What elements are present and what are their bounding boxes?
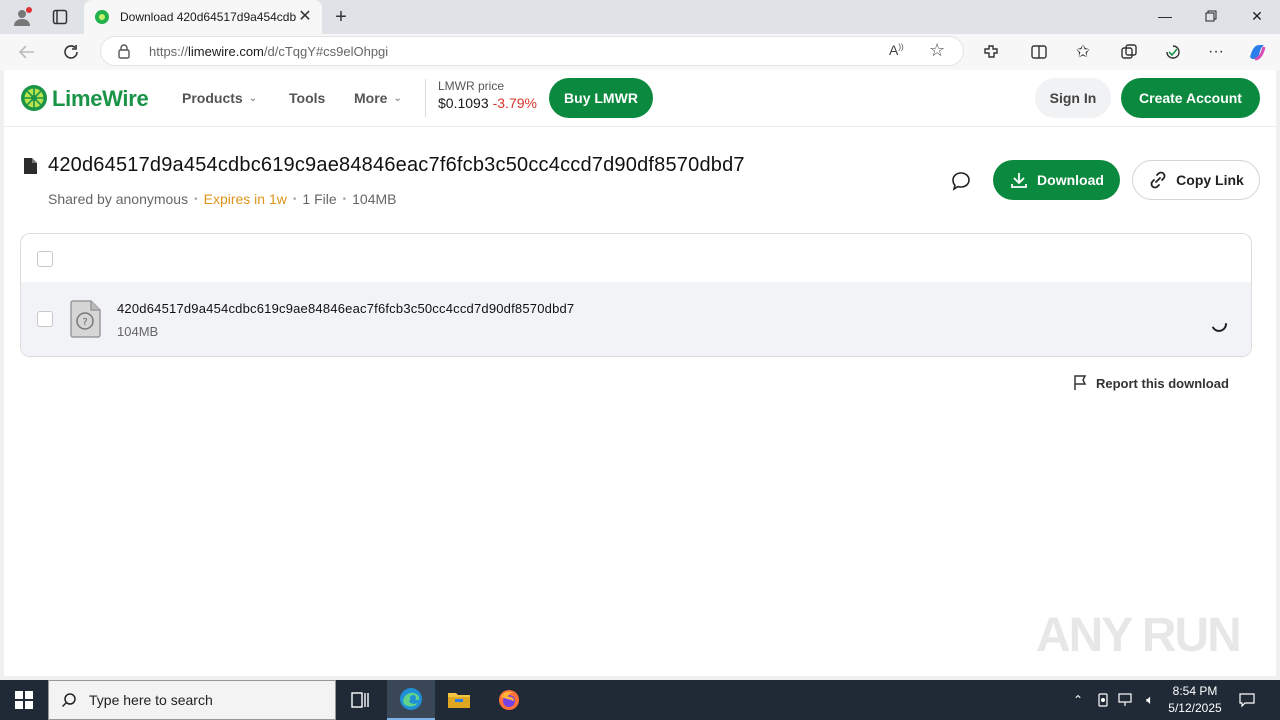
nav-more[interactable]: More ⌄	[354, 90, 402, 106]
create-account-button[interactable]: Create Account	[1121, 78, 1260, 118]
file-name: 420d64517d9a454cdbc619c9ae84846eac7f6fcb…	[117, 301, 575, 316]
windows-logo-icon	[15, 691, 33, 709]
clock-date: 5/12/2025	[1168, 701, 1222, 715]
comment-icon[interactable]	[950, 170, 972, 197]
price-change: -3.79%	[492, 95, 537, 111]
svg-text:?: ?	[82, 317, 87, 328]
file-bundle-icon	[22, 157, 38, 180]
favorites-icon[interactable]: ✩	[1072, 41, 1094, 63]
taskbar-search-input[interactable]: Type here to search	[48, 680, 336, 720]
tray-device-icon[interactable]	[1093, 690, 1113, 710]
file-row[interactable]: ? 420d64517d9a454cdbc619c9ae84846eac7f6f…	[21, 282, 1251, 356]
copy-link-button[interactable]: Copy Link	[1132, 160, 1260, 200]
file-explorer-icon[interactable]	[435, 680, 483, 720]
flag-icon	[1074, 375, 1087, 390]
nav-tools[interactable]: Tools	[289, 90, 325, 106]
clock-time: 8:54 PM	[1172, 684, 1218, 698]
lmwr-price-widget: LMWR price $0.1093 -3.79%	[425, 79, 537, 117]
select-all-checkbox[interactable]	[37, 251, 53, 267]
sign-in-button[interactable]: Sign In	[1035, 78, 1111, 118]
expires-label: Expires in 1w	[203, 191, 287, 207]
close-window-icon[interactable]: ✕	[1234, 0, 1280, 32]
split-screen-icon[interactable]	[1028, 41, 1050, 63]
tab-title: Download 420d64517d9a454cdbc619c9ae84846…	[120, 10, 296, 24]
windows-taskbar: Type here to search ⌃ 🔈︎ 8:54 PM 5/12/20…	[0, 680, 1280, 720]
chevron-down-icon: ⌄	[393, 92, 402, 104]
lock-icon[interactable]	[117, 43, 131, 64]
url-input[interactable]: https://limewire.com/d/cTqgY#cs9elOhpgi …	[100, 36, 964, 66]
file-checkbox[interactable]	[37, 311, 53, 327]
new-tab-icon[interactable]: +	[330, 6, 352, 28]
back-icon[interactable]	[16, 41, 38, 63]
loading-spinner-icon	[1208, 313, 1230, 340]
profile-icon[interactable]	[11, 6, 33, 28]
network-icon[interactable]	[1116, 690, 1136, 710]
limewire-favicon-icon	[95, 10, 109, 24]
download-button[interactable]: Download	[993, 160, 1120, 200]
download-icon	[1011, 173, 1027, 188]
price-label: LMWR price	[438, 79, 505, 93]
chevron-down-icon: ⌄	[248, 92, 258, 104]
site-header: LimeWire Products ⌄ Tools More ⌄ LMWR pric…	[4, 70, 1276, 127]
buy-lmwr-button[interactable]: Buy LMWR	[549, 78, 653, 118]
notifications-icon[interactable]	[1237, 690, 1257, 710]
read-aloud-icon[interactable]: A))	[889, 42, 904, 58]
refresh-icon[interactable]	[60, 41, 82, 63]
tab-actions-icon[interactable]	[49, 6, 71, 28]
share-title: 420d64517d9a454cdbc619c9ae84846eac7f6fcb…	[48, 154, 745, 176]
start-button[interactable]	[0, 680, 48, 720]
taskbar-clock[interactable]: 8:54 PM 5/12/2025	[1164, 683, 1226, 717]
file-list: ? 420d64517d9a454cdbc619c9ae84846eac7f6f…	[20, 233, 1252, 357]
total-size: 104MB	[352, 191, 397, 207]
copilot-icon[interactable]	[1246, 41, 1268, 63]
price-value: $0.1093 -3.79%	[438, 95, 537, 111]
browser-tab-active[interactable]: Download 420d64517d9a454cdbc619c9ae84846…	[84, 0, 322, 34]
page-frame-right	[1276, 70, 1280, 680]
browser-tab-bar: Download 420d64517d9a454cdbc619c9ae84846…	[0, 0, 1280, 34]
search-icon	[61, 693, 76, 708]
anyrun-watermark: ANY RUN	[1036, 609, 1242, 662]
shared-by: Shared by anonymous	[48, 191, 189, 207]
minimize-icon[interactable]: —	[1142, 0, 1188, 32]
edge-taskbar-icon[interactable]	[387, 680, 435, 720]
url-text: https://limewire.com/d/cTqgY#cs9elOhpgi	[149, 44, 389, 59]
restore-icon[interactable]	[1188, 0, 1234, 32]
page-frame-left	[0, 70, 4, 680]
tab-close-icon[interactable]: ✕	[296, 8, 314, 26]
report-download-link[interactable]: Report this download	[1072, 374, 1229, 392]
unknown-file-icon: ?	[67, 299, 103, 344]
task-view-icon[interactable]	[336, 680, 384, 720]
link-icon	[1150, 171, 1166, 189]
more-menu-icon[interactable]: ···	[1205, 41, 1227, 63]
firefox-icon[interactable]	[485, 680, 533, 720]
share-meta: Shared by anonymous • Expires in 1w • 1 …	[48, 191, 397, 207]
extensions-icon[interactable]	[980, 41, 1002, 63]
file-size: 104MB	[117, 324, 159, 339]
collections-icon[interactable]	[1118, 41, 1140, 63]
browser-essentials-icon[interactable]	[1162, 41, 1184, 63]
limewire-logo-text[interactable]: LimeWire	[52, 86, 149, 112]
file-count: 1 File	[302, 191, 337, 207]
tray-overflow-icon[interactable]: ⌃	[1068, 690, 1088, 710]
nav-products[interactable]: Products ⌄	[182, 90, 257, 106]
limewire-logo-icon[interactable]	[20, 84, 48, 117]
volume-icon[interactable]: 🔈︎	[1140, 690, 1160, 710]
favorite-star-icon[interactable]: ☆	[929, 40, 945, 61]
